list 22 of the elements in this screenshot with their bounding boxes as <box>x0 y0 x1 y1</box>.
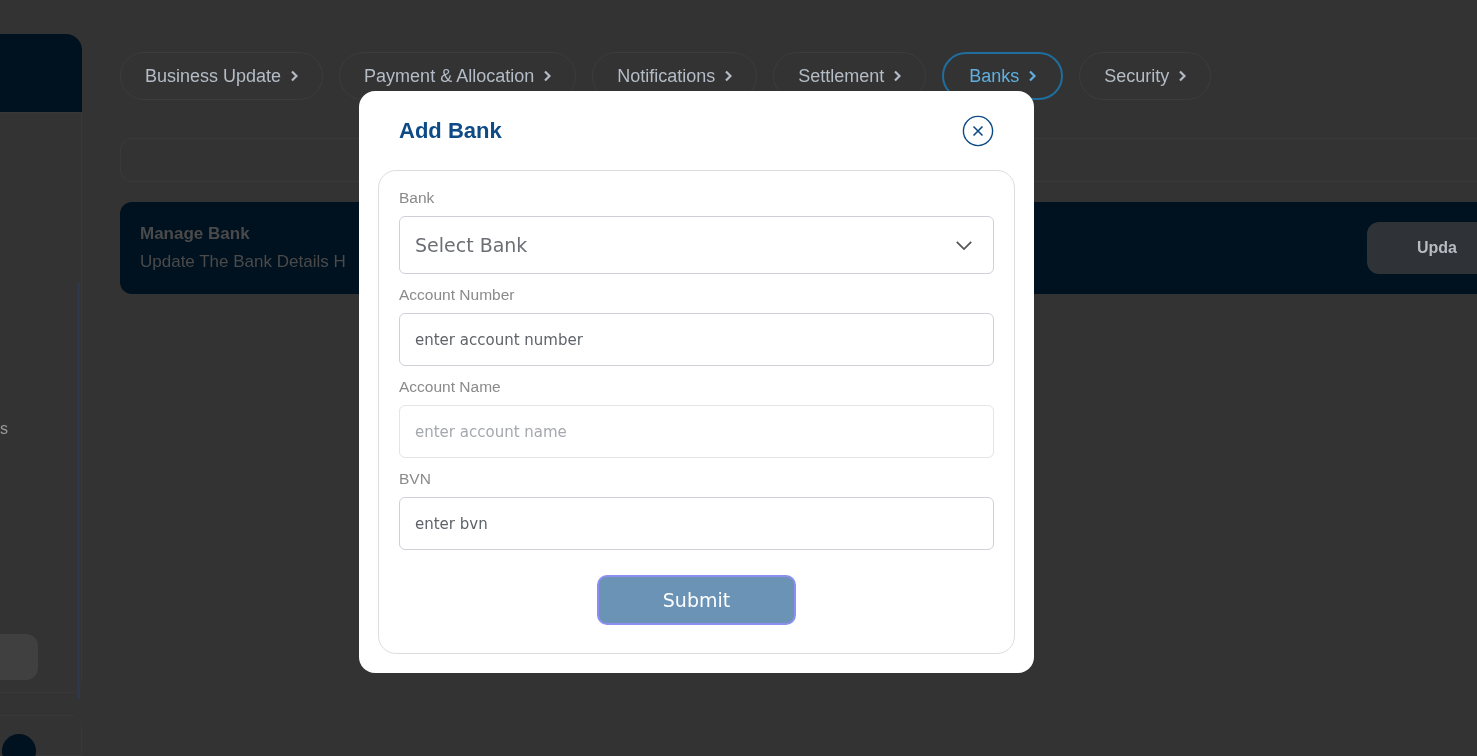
settings-tab[interactable]: Business Update <box>120 52 324 100</box>
settings-tab[interactable]: Security <box>1079 52 1212 100</box>
close-icon[interactable] <box>962 114 994 147</box>
chevron-icon <box>1178 70 1187 82</box>
dialog-title: Add Bank <box>399 117 502 144</box>
chevron-icon <box>893 70 902 82</box>
field-label: Account Number <box>399 286 516 304</box>
sidebar-item[interactable]: s <box>0 419 8 438</box>
banner-title: Manage Bank <box>140 224 251 244</box>
chevron-icon <box>543 70 552 82</box>
banner-subtitle: Update The Bank Details H <box>140 252 346 272</box>
field-label: BVN <box>399 470 432 488</box>
field-label: Account Name <box>399 378 502 396</box>
bank-select[interactable]: Select Bank <box>399 216 994 274</box>
input-field[interactable]: enter bvn <box>399 497 994 550</box>
chevron-icon <box>290 70 299 82</box>
chevron-icon <box>1028 70 1037 82</box>
chevron-icon <box>724 70 733 82</box>
field-label: Bank <box>399 189 436 207</box>
update-button[interactable]: Upda <box>1367 222 1477 274</box>
caret-icon <box>955 239 973 251</box>
input-field[interactable]: enter account number <box>399 313 994 366</box>
